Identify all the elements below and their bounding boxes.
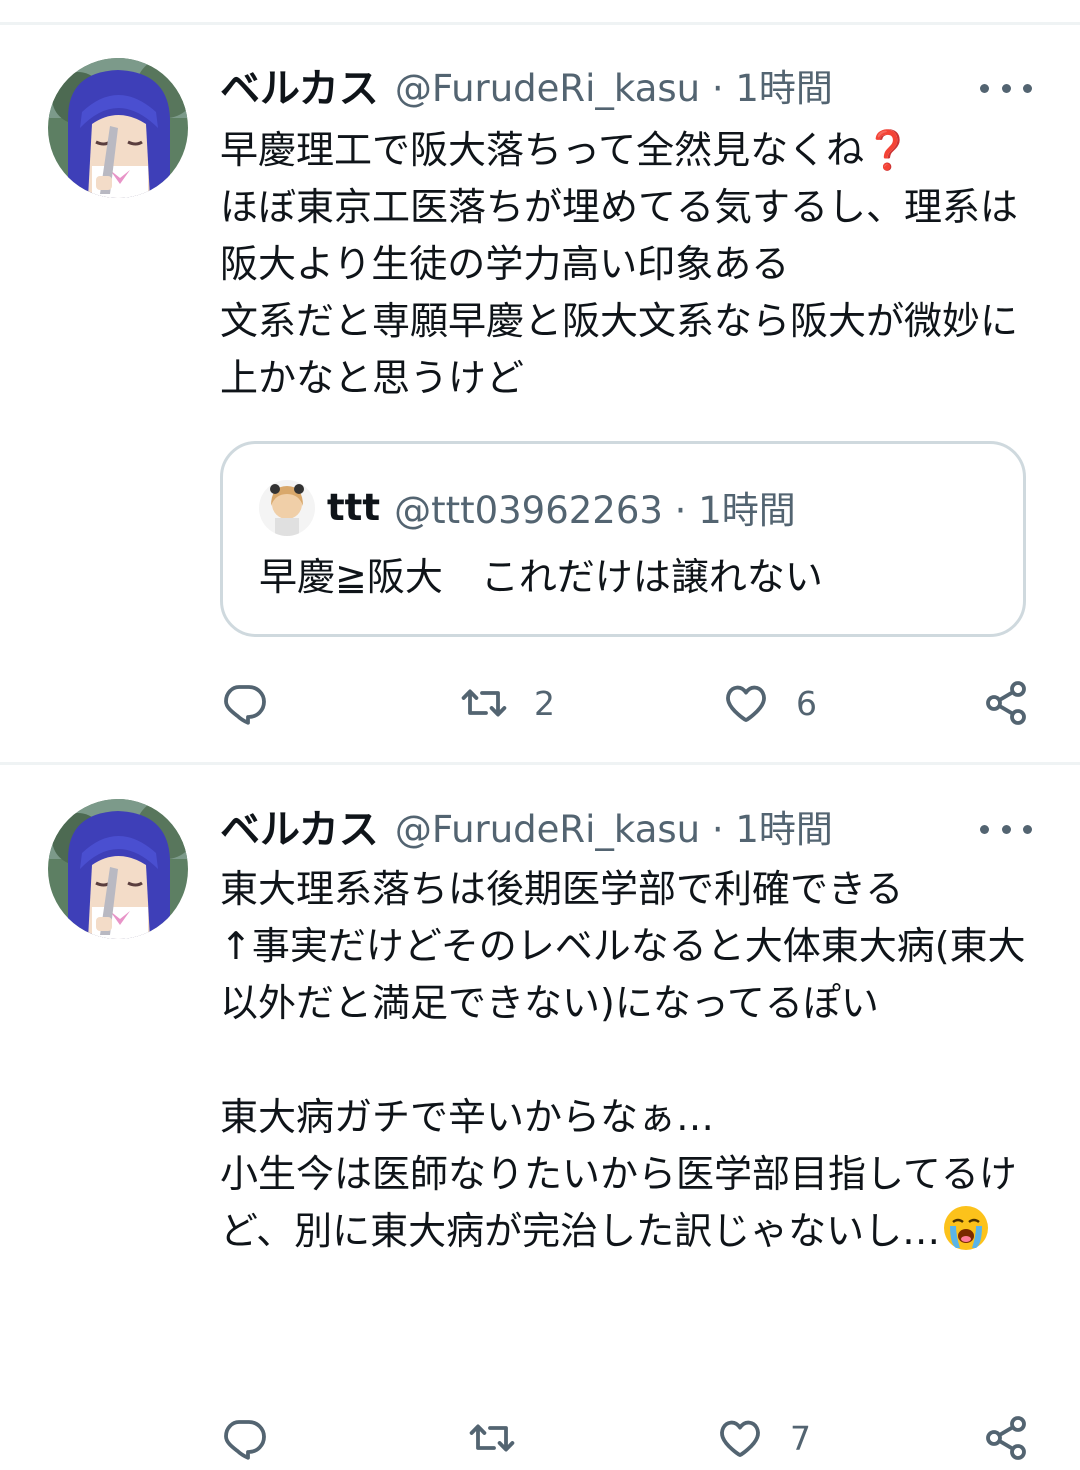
- quoted-avatar: [259, 480, 315, 536]
- tweet-header: ベルカス @FurudeRi_kasu · 1時間: [220, 799, 833, 853]
- quoted-handle-time: @ttt03962263 · 1時間: [394, 489, 796, 532]
- loudly-crying-face-icon: [942, 1204, 990, 1252]
- reply-button[interactable]: [220, 1413, 268, 1463]
- like-count: 6: [796, 683, 817, 723]
- heart-icon: [716, 1414, 764, 1462]
- avatar[interactable]: [48, 799, 188, 939]
- retweet-count: 2: [534, 683, 555, 723]
- tweet-text-line: 東大理系落ちは後期医学部で利確できる ↑事実だけどそのレベルなると大体東大病(東…: [220, 867, 1026, 1253]
- tweet-text: 東大理系落ちは後期医学部で利確できる ↑事実だけどそのレベルなると大体東大病(東…: [220, 861, 1030, 1260]
- like-button[interactable]: 7: [716, 1413, 811, 1463]
- reply-icon: [220, 679, 268, 727]
- retweet-icon: [468, 1414, 516, 1462]
- tweet[interactable]: ベルカス @FurudeRi_kasu · 1時間 早慶理工で阪大落ちって全然見…: [0, 0, 1080, 760]
- action-bar: 7: [0, 1413, 1080, 1463]
- retweet-icon: [460, 679, 508, 727]
- author-handle-time[interactable]: @FurudeRi_kasu · 1時間: [395, 799, 833, 853]
- like-button[interactable]: 6: [722, 678, 817, 728]
- heart-icon: [722, 679, 770, 727]
- retweet-button[interactable]: [468, 1413, 542, 1463]
- reply-button[interactable]: [220, 678, 268, 728]
- author-name[interactable]: ベルカス: [220, 56, 379, 114]
- quoted-tweet[interactable]: ttt @ttt03962263 · 1時間 早慶≧阪大 これだけは譲れない: [220, 441, 1026, 637]
- tweet-text-rest: ほぼ東京工医落ちが埋めてる気するし、理系は阪大より生徒の学力高い印象ある 文系だ…: [220, 185, 1019, 400]
- tweet-text: 早慶理工で阪大落ちって全然見なくね❓ ほぼ東京工医落ちが埋めてる気するし、理系は…: [220, 122, 1030, 407]
- tweet-header: ベルカス @FurudeRi_kasu · 1時間: [220, 58, 833, 112]
- avatar[interactable]: [48, 58, 188, 198]
- retweet-button[interactable]: 2: [460, 678, 555, 728]
- author-handle-time[interactable]: @FurudeRi_kasu · 1時間: [395, 58, 833, 112]
- share-icon: [982, 1414, 1030, 1462]
- quoted-text: 早慶≧阪大 これだけは譲れない: [259, 555, 823, 599]
- reply-icon: [220, 1414, 268, 1462]
- share-icon: [982, 679, 1030, 727]
- like-count: 7: [790, 1418, 811, 1458]
- share-button[interactable]: [982, 678, 1030, 728]
- question-mark-emoji-icon: ❓: [864, 128, 912, 172]
- author-name[interactable]: ベルカス: [220, 797, 379, 855]
- quoted-header: ttt @ttt03962263 · 1時間: [327, 482, 796, 533]
- tweet[interactable]: ベルカス @FurudeRi_kasu · 1時間 東大理系落ちは後期医学部で利…: [0, 765, 1080, 1470]
- quoted-author-name: ttt: [327, 485, 381, 529]
- more-icon[interactable]: [980, 68, 1032, 108]
- action-bar: 2 6: [0, 678, 1080, 728]
- share-button[interactable]: [982, 1413, 1030, 1463]
- tweet-text-line: 早慶理工で阪大落ちって全然見なくね: [220, 128, 865, 172]
- more-icon[interactable]: [980, 809, 1032, 849]
